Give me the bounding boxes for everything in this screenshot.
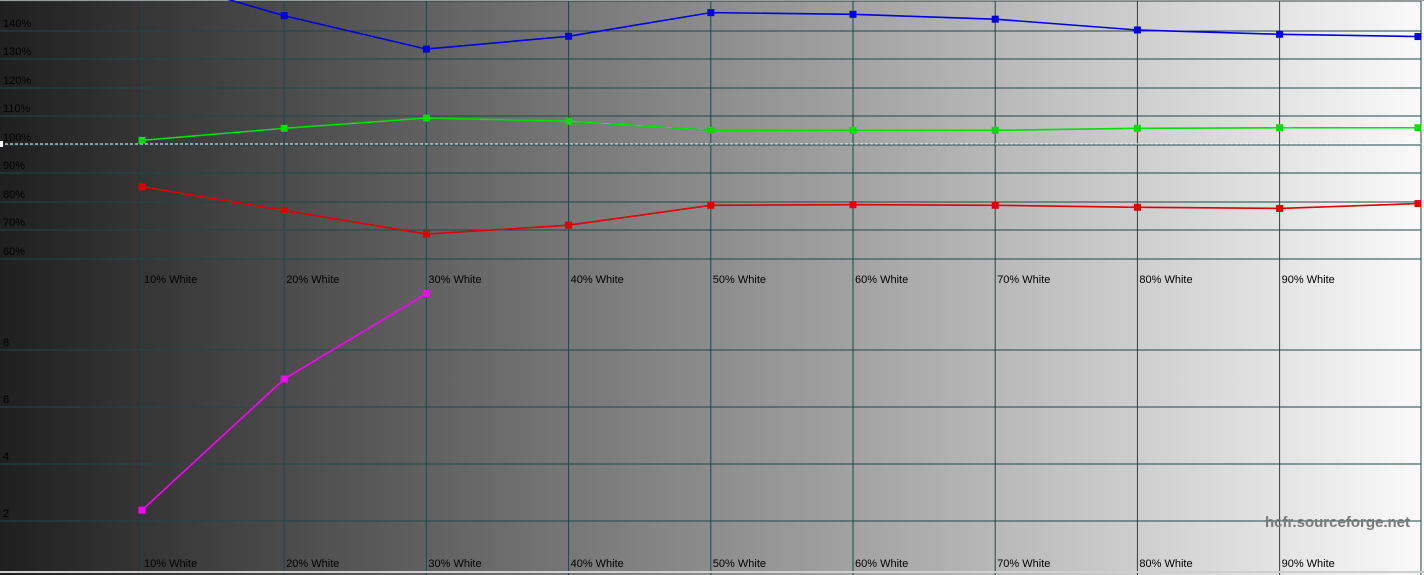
y-tick-label: 140% [3,18,31,30]
category-label: 60% White [855,558,908,570]
y-tick-label: 70% [3,217,25,229]
data-point-blue [280,12,288,20]
data-point-green [565,117,573,125]
data-point-blue [991,15,999,23]
y-tick-label: 8 [3,337,9,349]
data-point-green [1133,124,1141,132]
category-label: 10% White [144,274,197,286]
data-point-blue [849,10,857,18]
data-point-green [422,114,430,122]
category-label: 70% White [997,558,1050,570]
data-point-blue [565,32,573,40]
category-label: 80% White [1139,274,1192,286]
y-tick-label: 110% [3,103,31,115]
data-point-green [991,126,999,134]
y-tick-label: 100% [3,132,31,144]
data-point-blue [707,9,715,17]
data-point-green [280,124,288,132]
data-point-red [280,206,288,214]
category-label: 20% White [286,274,339,286]
data-point-red [849,201,857,209]
category-label: 50% White [713,558,766,570]
data-point-red [1133,203,1141,211]
data-point-red [991,201,999,209]
data-point-red [707,201,715,209]
data-point-red [1276,204,1284,212]
data-point-blue [1414,33,1422,41]
category-label: 30% White [428,558,481,570]
category-label: 30% White [428,274,481,286]
data-point-blue [422,45,430,53]
category-label: 80% White [1139,558,1192,570]
data-point-magenta [422,290,430,298]
data-point-blue [1133,26,1141,34]
data-point-blue [1276,30,1284,38]
data-point-red [565,221,573,229]
y-tick-label: 90% [3,160,25,172]
data-point-magenta [280,375,288,383]
y-tick-label: 6 [3,394,9,406]
data-point-red [422,230,430,238]
y-tick-label: 2 [3,508,9,520]
hcfr-chart-window: 60% 70% 80% 90% 100% 110% 120% 130% 140% 2 4 6 8 10%… [0,0,1424,575]
y-tick-label: 60% [3,246,25,258]
data-point-green [1276,124,1284,132]
y-tick-label: 130% [3,46,31,58]
data-point-green [138,136,146,144]
y-tick-label: 120% [3,75,31,87]
category-label: 40% White [571,274,624,286]
category-label: 40% White [571,558,624,570]
category-label: 10% White [144,558,197,570]
data-point-magenta [138,506,146,514]
data-point-green [849,126,857,134]
data-point-red [138,183,146,191]
category-label: 60% White [855,274,908,286]
chart-canvas: 60% 70% 80% 90% 100% 110% 120% 130% 140% 2 4 6 8 10%… [0,0,1424,575]
category-label: 90% White [1282,558,1335,570]
chart-background [0,0,1424,575]
category-label: 90% White [1282,274,1335,286]
data-point-green [707,126,715,134]
category-label: 70% White [997,274,1050,286]
y-tick-label: 4 [3,451,9,463]
watermark: hcfr.sourceforge.net [1265,514,1410,531]
category-label: 50% White [713,274,766,286]
y-tick-label: 80% [3,189,25,201]
data-point-red [1414,200,1422,208]
data-point-green [1414,124,1422,132]
category-label: 20% White [286,558,339,570]
